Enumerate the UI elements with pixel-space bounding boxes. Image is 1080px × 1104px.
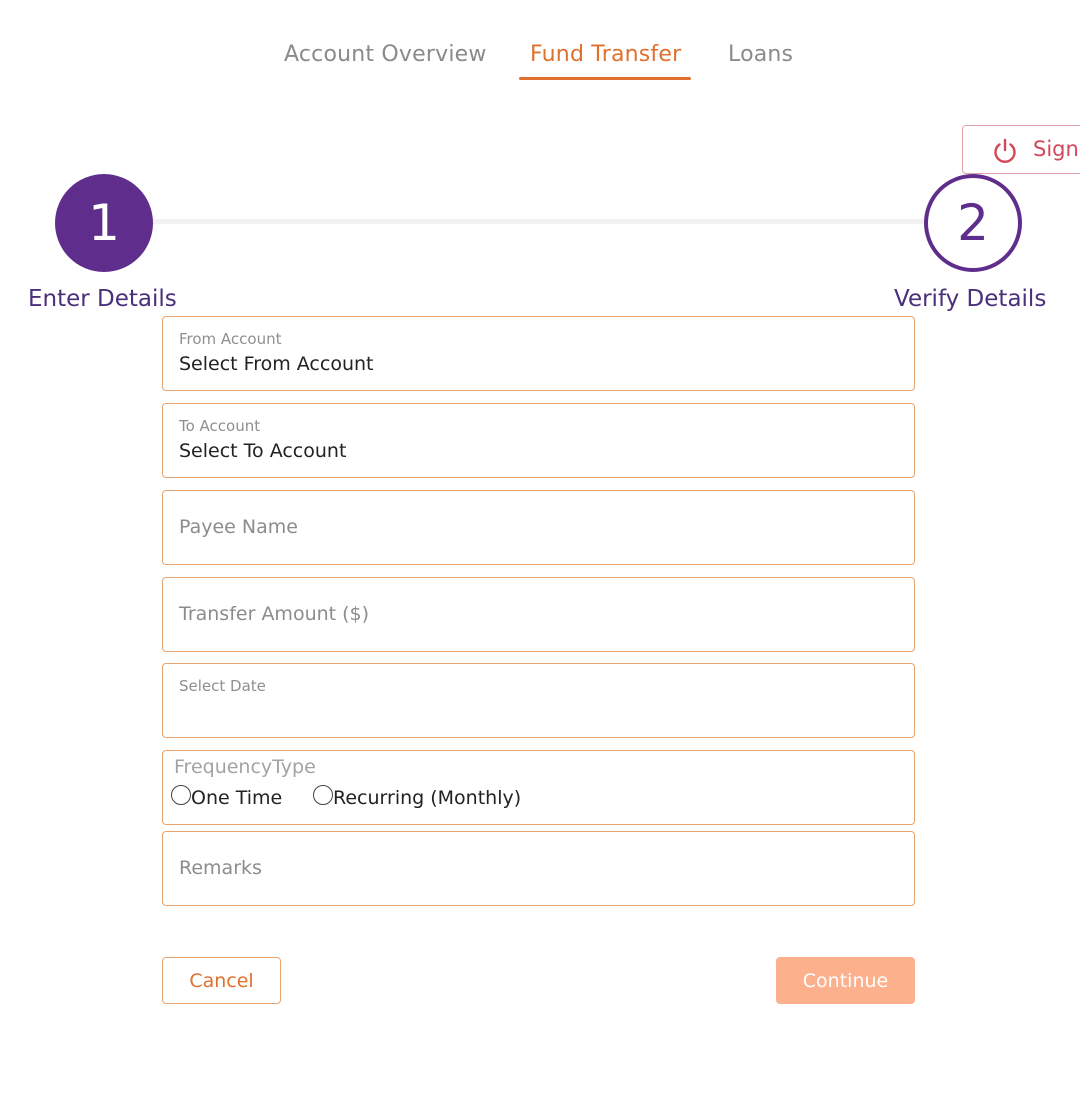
remarks-input[interactable]: Remarks: [162, 831, 915, 906]
from-account-value: Select From Account: [179, 353, 374, 375]
recurring-monthly-radio[interactable]: [313, 785, 333, 805]
sign-out-label: Sign: [1033, 137, 1079, 161]
frequency-type-legend: FrequencyType: [174, 756, 316, 778]
payee-name-input[interactable]: Payee Name: [162, 490, 915, 565]
power-icon: [994, 138, 1016, 163]
to-account-label: To Account: [179, 417, 261, 435]
tab-account-overview[interactable]: Account Overview: [284, 42, 487, 67]
remarks-placeholder: Remarks: [179, 857, 262, 879]
frequency-type-group: FrequencyType One Time Recurring (Monthl…: [162, 750, 915, 825]
to-account-value: Select To Account: [179, 440, 347, 462]
from-account-label: From Account: [179, 330, 282, 348]
payee-name-placeholder: Payee Name: [179, 516, 298, 538]
select-date-input[interactable]: Select Date: [162, 663, 915, 738]
tab-fund-transfer[interactable]: Fund Transfer: [530, 42, 681, 67]
from-account-select[interactable]: From Account Select From Account: [162, 316, 915, 391]
one-time-radio[interactable]: [171, 785, 191, 805]
fund-transfer-page: Account Overview Fund Transfer Loans Sig…: [0, 0, 1080, 1104]
select-date-label: Select Date: [179, 677, 266, 695]
active-tab-indicator: [519, 77, 691, 80]
continue-button[interactable]: Continue: [776, 957, 915, 1004]
tab-loans[interactable]: Loans: [728, 42, 793, 67]
stepper-connector: [150, 219, 928, 224]
one-time-label[interactable]: One Time: [191, 787, 282, 809]
transfer-amount-placeholder: Transfer Amount ($): [179, 603, 370, 625]
step-1-circle: 1: [55, 174, 153, 272]
transfer-amount-input[interactable]: Transfer Amount ($): [162, 577, 915, 652]
sign-out-button[interactable]: Sign: [962, 125, 1080, 174]
cancel-button[interactable]: Cancel: [162, 957, 281, 1004]
step-2-circle: 2: [924, 174, 1022, 272]
to-account-select[interactable]: To Account Select To Account: [162, 403, 915, 478]
recurring-monthly-label[interactable]: Recurring (Monthly): [333, 787, 521, 809]
step-1-label: Enter Details: [28, 286, 177, 312]
top-nav: Account Overview Fund Transfer Loans: [0, 0, 1080, 90]
step-2-label: Verify Details: [894, 286, 1047, 312]
